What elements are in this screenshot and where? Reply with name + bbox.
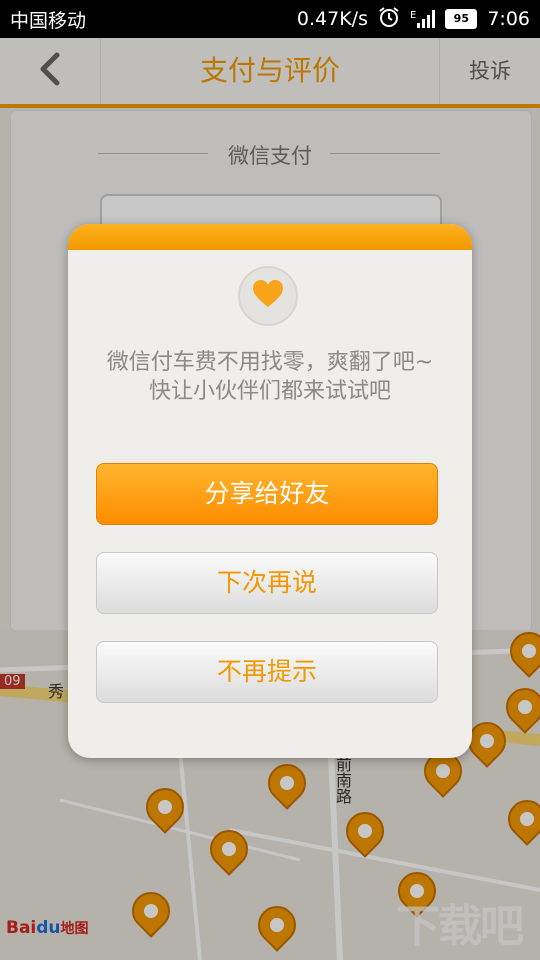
network-type: E <box>410 10 417 21</box>
share-to-friends-button[interactable]: 分享给好友 <box>96 463 438 525</box>
dialog-message: 微信付车费不用找零，爽翻了吧~ 快让小伙伴们都来试试吧 <box>106 350 434 404</box>
carrier-name: 中国移动 <box>10 9 87 32</box>
clock: 7:06 <box>487 8 530 30</box>
status-bar: 中国移动 0.47K/s E 95 7:06 <box>0 0 540 38</box>
network-speed: 0.47K/s <box>296 8 368 30</box>
heart-badge <box>238 266 298 326</box>
dont-show-again-button[interactable]: 不再提示 <box>96 641 438 703</box>
alarm-icon <box>378 6 400 33</box>
signal-icon: E <box>410 10 436 28</box>
share-dialog: 微信付车费不用找零，爽翻了吧~ 快让小伙伴们都来试试吧 分享给好友 下次再说 不… <box>68 224 472 758</box>
heart-icon <box>252 279 284 313</box>
dialog-header-bar <box>68 224 472 250</box>
remind-later-button[interactable]: 下次再说 <box>96 552 438 614</box>
battery-icon: 95 <box>445 9 478 29</box>
